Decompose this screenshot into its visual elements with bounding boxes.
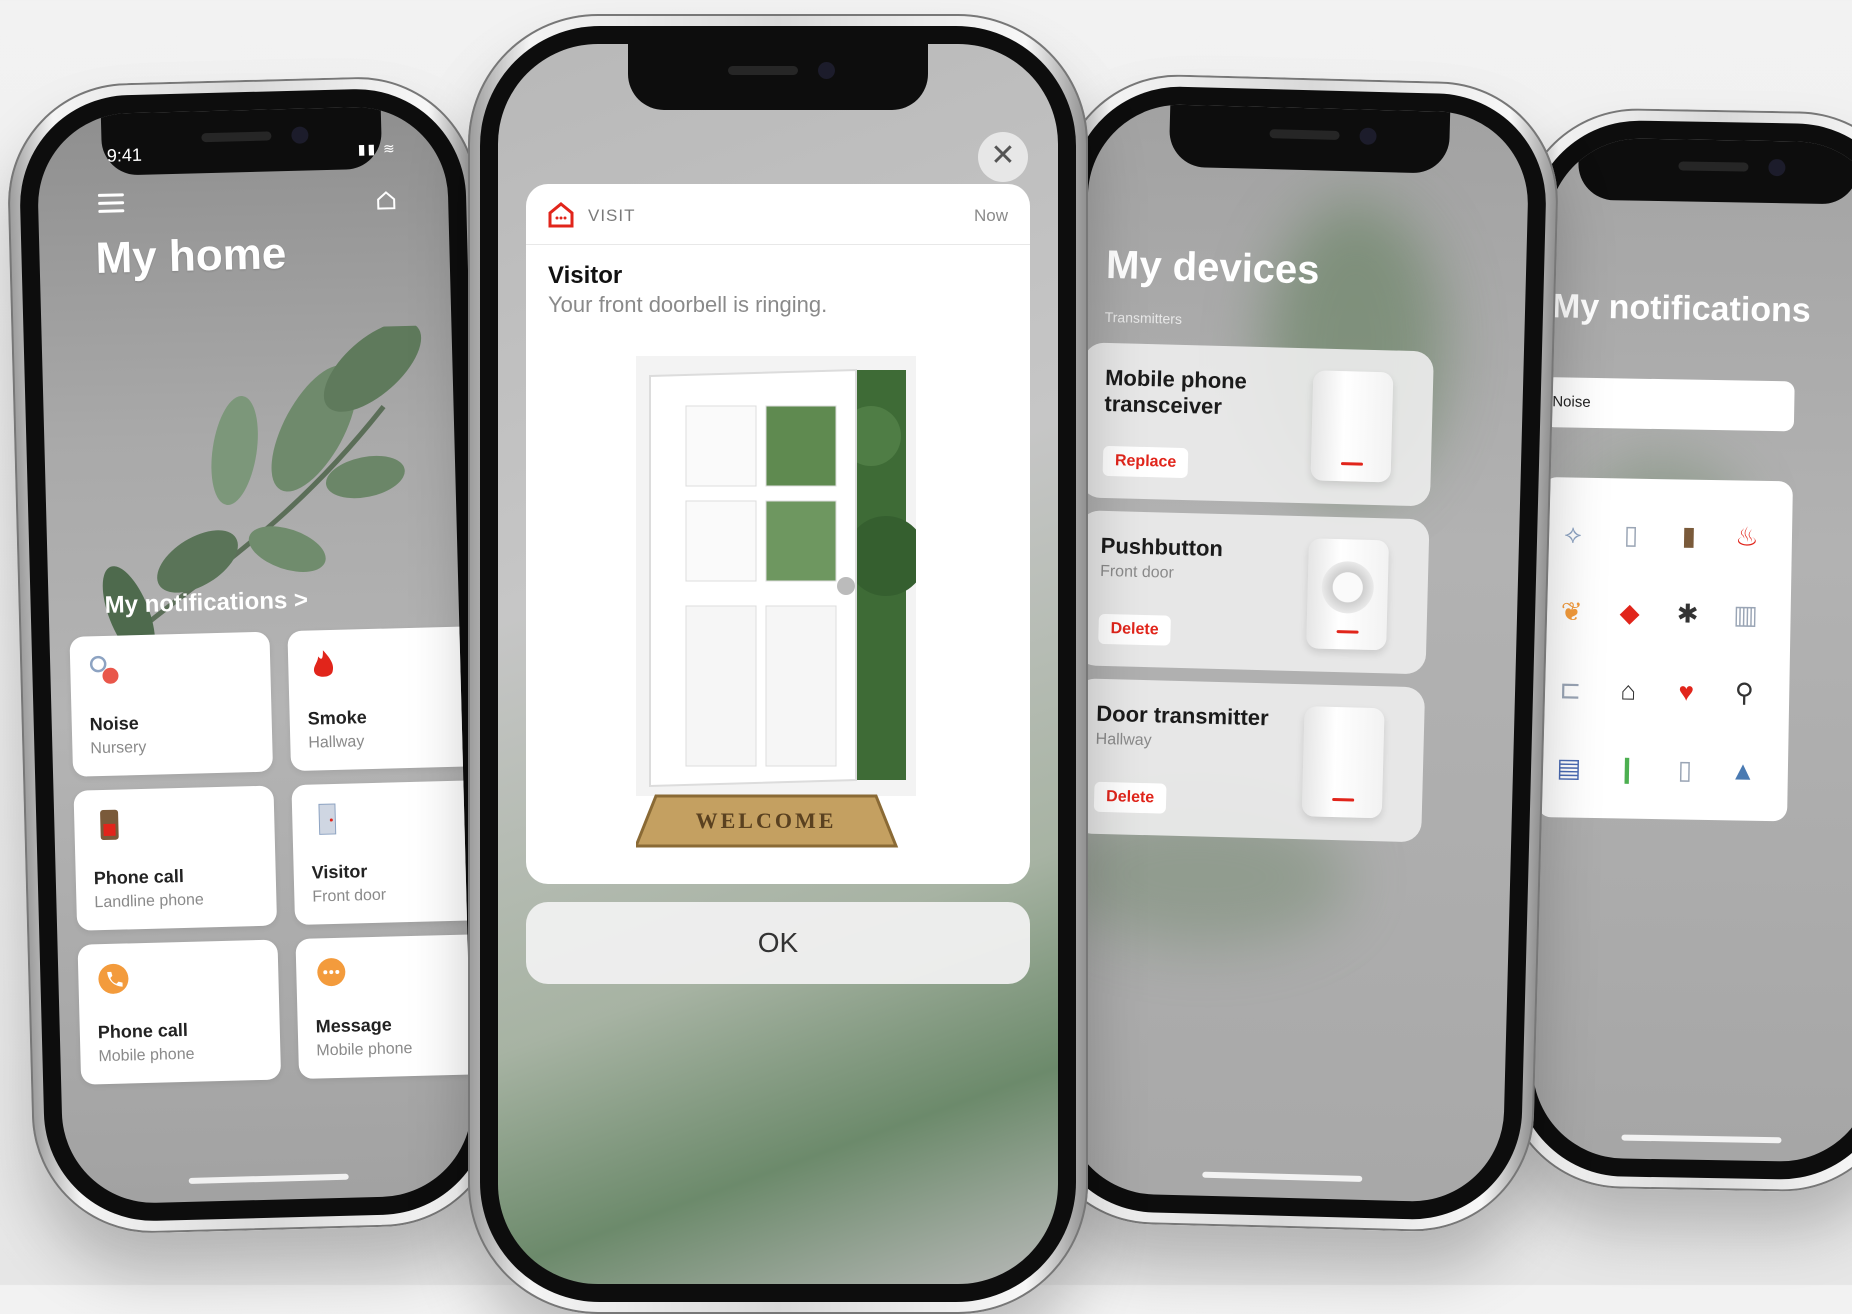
door-transmitter-image: [1301, 706, 1385, 819]
device-name: Door transmitter: [1096, 700, 1269, 731]
device-name: Pushbutton: [1100, 532, 1224, 562]
replace-button[interactable]: Replace: [1102, 445, 1189, 479]
fall-icon[interactable]: ✱: [1674, 597, 1701, 629]
visitor-alert-screen: ✕ VISIT Now Visitor Your front doorbell …: [498, 44, 1058, 1284]
door-open-icon[interactable]: ⊏: [1557, 673, 1584, 705]
notch: [628, 44, 928, 110]
close-button[interactable]: ✕: [978, 132, 1028, 182]
notification-body: Your front doorbell is ringing.: [548, 292, 828, 317]
device-card[interactable]: Mobile phone transceiver Replace: [1080, 342, 1434, 507]
footprint-icon[interactable]: ❦: [1558, 595, 1585, 627]
app-logo-icon: [548, 202, 574, 228]
noise-icon: [89, 655, 119, 684]
intercom-icon[interactable]: ▥: [1732, 598, 1759, 630]
my-notifications-link[interactable]: My notifications >: [104, 587, 308, 620]
running-person-icon[interactable]: ⚲: [1731, 676, 1758, 708]
door-icon[interactable]: ▯: [1672, 753, 1699, 785]
status-time: 9:41: [106, 144, 143, 166]
tile-title: Smoke: [307, 707, 367, 729]
tile-visitor[interactable]: Visitor Front door: [291, 779, 475, 926]
device-location: Front door: [1099, 562, 1175, 582]
tile-subtitle: Nursery: [90, 738, 147, 758]
tile-title: Noise: [89, 713, 140, 735]
tile-message[interactable]: Message Mobile phone: [295, 933, 475, 1079]
tile-subtitle: Hallway: [308, 733, 365, 752]
device-name: Mobile phone transceiver: [1104, 364, 1248, 419]
tile-title: Message: [315, 1014, 393, 1037]
tile-smoke[interactable]: Smoke Hallway: [287, 625, 475, 772]
flame-icon: [314, 650, 334, 677]
phone-my-home: 9:41 ▮▮ ≋ My home My notifications > Noi…: [5, 74, 505, 1236]
eucalyptus-leaves-image: [102, 324, 422, 661]
pushbutton-image: [1306, 538, 1389, 651]
water-drop-icon[interactable]: ▲: [1730, 754, 1757, 786]
flame-icon[interactable]: ♨: [1734, 520, 1761, 552]
bed-icon[interactable]: ▤: [1556, 751, 1583, 783]
notch: [1168, 104, 1451, 174]
phone-my-devices: My devices Transmitters Mobile phone tra…: [1031, 71, 1561, 1235]
open-door-illustration: WELCOME: [636, 356, 916, 848]
tile-title: Phone call: [93, 865, 185, 889]
tile-phone-call-mobile[interactable]: Phone call Mobile phone: [77, 939, 282, 1085]
tile-subtitle: Landline phone: [94, 891, 205, 912]
home-indicator[interactable]: [188, 1173, 349, 1184]
page-title: My home: [94, 229, 287, 284]
steps-icon[interactable]: ❙: [1614, 752, 1641, 784]
ok-button[interactable]: OK: [526, 902, 1030, 984]
device-card[interactable]: Pushbutton Front door Delete: [1075, 510, 1430, 675]
app-name: VISIT: [588, 206, 636, 225]
tile-phone-call-landline[interactable]: Phone call Landline phone: [73, 785, 278, 931]
landline-phone-icon[interactable]: ▮: [1676, 519, 1703, 551]
section-label: Transmitters: [1104, 308, 1183, 327]
home-icon[interactable]: [374, 188, 399, 213]
notification-header: VISIT Now: [526, 184, 1030, 245]
signal-wifi-icon: ▮▮ ≋: [357, 140, 397, 158]
mobile-phone-icon: [98, 963, 129, 994]
door-icon: [318, 803, 337, 835]
notch: [1577, 137, 1852, 205]
alarm-icon[interactable]: ◆: [1616, 596, 1643, 628]
notification-time: Now: [973, 206, 1008, 225]
delete-button[interactable]: Delete: [1093, 781, 1167, 814]
home-indicator[interactable]: [1202, 1171, 1363, 1182]
device-location: Hallway: [1095, 730, 1152, 750]
phone-visitor-alert: ✕ VISIT Now Visitor Your front doorbell …: [468, 14, 1088, 1314]
notification-card: VISIT Now Visitor Your front doorbell is…: [526, 184, 1030, 884]
tile-subtitle: Front door: [312, 886, 387, 906]
notch: [100, 106, 383, 176]
hamburger-menu-icon[interactable]: [97, 193, 125, 214]
door-transmitter-icon[interactable]: ▯: [1618, 518, 1645, 550]
heart-icon[interactable]: ♥: [1673, 675, 1700, 707]
my-notifications-screen: My notifications Noise ⟡ ▯ ▮ ♨ ❦ ◆ ✱ ▥ ⊏…: [1531, 137, 1852, 1163]
device-card[interactable]: Door transmitter Hallway Delete: [1071, 678, 1426, 843]
home-indicator[interactable]: [1621, 1134, 1782, 1144]
page-title: My notifications: [1551, 287, 1812, 330]
landline-phone-icon: [100, 809, 119, 841]
delete-button[interactable]: Delete: [1098, 613, 1171, 646]
my-devices-screen: My devices Transmitters Mobile phone tra…: [1061, 102, 1531, 1204]
tile-title: Visitor: [311, 861, 368, 883]
notification-title: Visitor: [548, 262, 623, 289]
transceiver-image: [1310, 370, 1394, 483]
house-icon[interactable]: ⌂: [1615, 674, 1642, 706]
welcome-mat-text: WELCOME: [696, 808, 837, 833]
tile-noise[interactable]: Noise Nursery: [69, 631, 274, 777]
notification-icon-grid: ⟡ ▯ ▮ ♨ ❦ ◆ ✱ ▥ ⊏ ⌂ ♥ ⚲ ▤ ❙ ▯ ▲: [1537, 477, 1793, 822]
page-title: My devices: [1105, 242, 1321, 293]
tile-subtitle: Mobile phone: [316, 1040, 413, 1060]
tile-title: Phone call: [97, 1019, 189, 1043]
tile-subtitle: Mobile phone: [98, 1045, 195, 1066]
message-icon: [317, 958, 346, 987]
notification-search-field[interactable]: Noise: [1543, 377, 1795, 432]
my-home-screen: 9:41 ▮▮ ≋ My home My notifications > Noi…: [35, 104, 475, 1206]
noise-icon[interactable]: ⟡: [1560, 517, 1587, 549]
